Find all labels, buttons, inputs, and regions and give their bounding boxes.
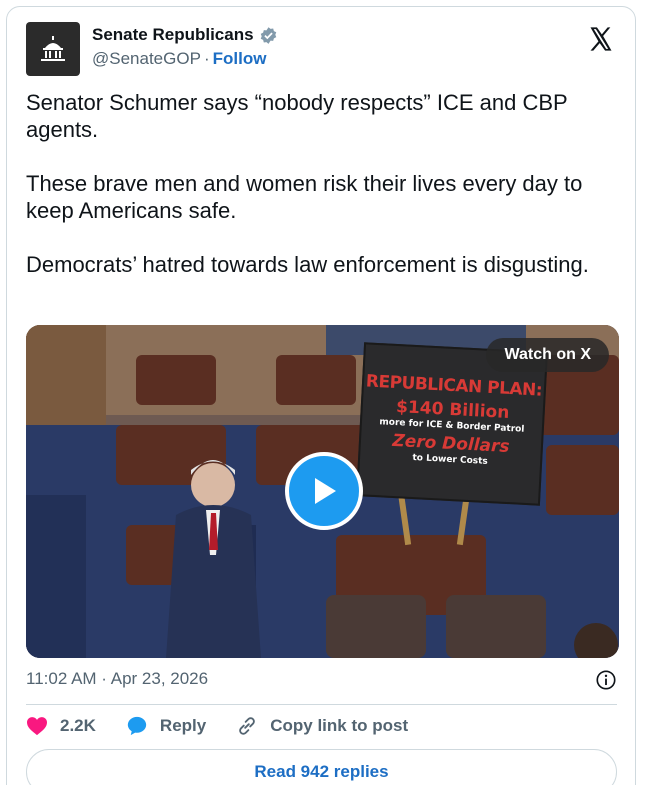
avatar[interactable] (26, 22, 80, 76)
heart-icon (27, 717, 47, 736)
read-replies-button[interactable]: Read 942 replies (26, 749, 617, 785)
copy-link-label: Copy link to post (270, 716, 409, 735)
divider (26, 704, 617, 705)
like-button[interactable]: 2.2K (26, 716, 96, 736)
video-player[interactable]: REPUBLICAN PLAN: $140 Billion more for I… (26, 325, 619, 658)
post-card: Senate Republicans @SenateGOP · Follow Sen… (6, 6, 636, 785)
handle-row: @SenateGOP · Follow (92, 49, 278, 69)
reply-bubble-icon (127, 716, 147, 736)
copy-link-button[interactable]: Copy link to post (236, 715, 408, 737)
like-count: 2.2K (60, 716, 96, 735)
post-timestamp[interactable]: 11:02 AM · Apr 23, 2026 (26, 669, 208, 688)
watch-on-x-button[interactable]: Watch on X (486, 338, 609, 372)
x-logo-icon[interactable] (587, 25, 615, 53)
capitol-dome-icon (41, 36, 65, 61)
separator-dot: · (203, 49, 210, 68)
display-name-row: Senate Republicans (92, 25, 278, 45)
display-name[interactable]: Senate Republicans (92, 25, 254, 45)
play-icon (315, 478, 336, 504)
action-bar: 2.2K Reply Copy link to post (26, 714, 438, 738)
post-text: Senator Schumer says “nobody respects” I… (26, 90, 589, 277)
verified-badge-icon (260, 26, 276, 44)
link-icon (239, 717, 256, 735)
info-icon[interactable] (595, 669, 617, 691)
author-names: Senate Republicans @SenateGOP · Follow (92, 25, 278, 69)
post-header: Senate Republicans @SenateGOP · Follow (26, 21, 619, 77)
timestamp-row: 11:02 AM · Apr 23, 2026 (26, 669, 617, 691)
reply-label: Reply (159, 716, 207, 735)
play-button[interactable] (285, 452, 363, 530)
reply-button[interactable]: Reply (126, 715, 206, 737)
follow-button[interactable]: Follow (213, 49, 267, 68)
author-handle[interactable]: @SenateGOP (92, 49, 201, 68)
